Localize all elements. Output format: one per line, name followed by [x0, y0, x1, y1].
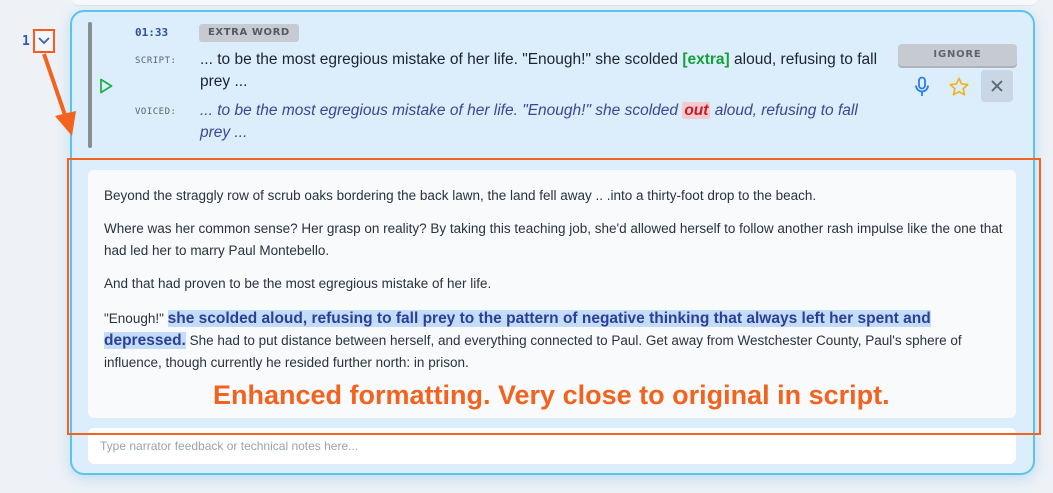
record-button[interactable]	[907, 72, 937, 102]
chevron-down-icon	[38, 37, 50, 45]
narrator-feedback-input[interactable]	[88, 428, 1016, 464]
context-paragraph: Beyond the straggly row of scrub oaks bo…	[104, 188, 817, 203]
play-button[interactable]	[96, 76, 116, 96]
extra-word-tag: [extra]	[682, 51, 730, 68]
issue-type-badge: EXTRA WORD	[199, 24, 299, 42]
voiced-text: ... to be the most egregious mistake of …	[200, 100, 885, 144]
favorite-button[interactable]	[944, 72, 974, 102]
voiced-label: VOICED:	[135, 107, 177, 117]
annotation-label: Enhanced formatting. Very close to origi…	[213, 380, 890, 410]
voiced-word-tag: out	[682, 102, 711, 119]
context-paragraph-current: "Enough!" she scolded aloud, refusing to…	[104, 308, 1004, 374]
issue-marker-bar	[88, 22, 92, 148]
star-icon	[949, 77, 969, 96]
annotation-arrow-icon	[42, 53, 76, 136]
script-text: ... to be the most egregious mistake of …	[200, 49, 885, 93]
script-text-before: ... to be the most egregious mistake of …	[200, 51, 683, 68]
ignore-button[interactable]: IGNORE	[898, 44, 1017, 66]
play-icon	[100, 78, 113, 94]
voiced-text-before: ... to be the most egregious mistake of …	[200, 102, 683, 119]
context-text: "Enough!"	[104, 311, 168, 326]
context-paragraph: And that had proven to be the most egreg…	[104, 276, 492, 291]
expand-toggle[interactable]	[33, 29, 55, 53]
row-number: 1	[22, 34, 30, 49]
microphone-icon	[915, 76, 929, 96]
script-label: SCRIPT:	[135, 56, 177, 66]
context-text: She had to put distance between herself,…	[104, 333, 962, 370]
close-icon	[991, 80, 1003, 92]
timestamp: 01:33	[135, 26, 169, 39]
context-paragraph: Where was her common sense? Her grasp on…	[104, 221, 1003, 258]
dismiss-button[interactable]	[981, 70, 1013, 102]
previous-card-edge	[72, 0, 1037, 6]
